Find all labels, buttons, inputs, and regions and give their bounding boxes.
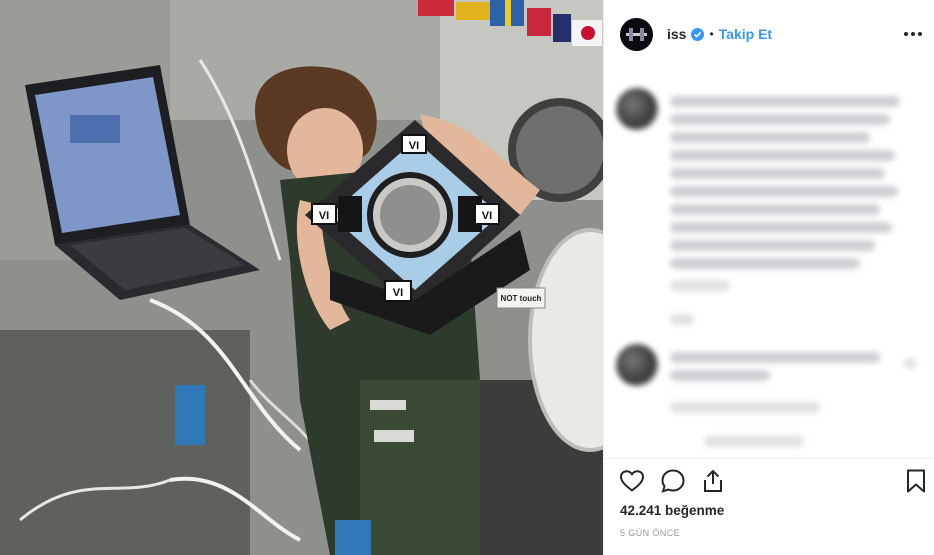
post-actions: 42.241 beğenme 5 GÜN ÖNCE bbox=[604, 458, 934, 555]
blurred-caption-line bbox=[670, 204, 880, 215]
marker-label-left: VI bbox=[319, 210, 329, 222]
marker-label-right: VI bbox=[482, 210, 492, 222]
post-photo[interactable]: VI VI VI VI NOT touch bbox=[0, 0, 603, 555]
sticker-label: NOT touch bbox=[501, 294, 542, 303]
follow-button[interactable]: Takip Et bbox=[719, 26, 772, 42]
username[interactable]: iss bbox=[667, 26, 686, 42]
blurred-avatar bbox=[616, 344, 658, 386]
marker-label-bottom: VI bbox=[393, 287, 403, 299]
likes-count[interactable]: 42.241 beğenme bbox=[620, 503, 724, 518]
marker-label-top: VI bbox=[409, 140, 419, 152]
blurred-meta-line bbox=[704, 436, 804, 447]
blurred-like-icon bbox=[904, 358, 916, 369]
blurred-comment-line bbox=[670, 352, 880, 363]
blurred-avatar bbox=[616, 88, 658, 130]
blurred-meta-line bbox=[670, 314, 694, 325]
blurred-caption-line bbox=[670, 150, 895, 161]
blurred-caption-line bbox=[670, 96, 900, 107]
post-sidebar: iss • Takip Et 42.241 beğenme 5 GÜN ÖNCE bbox=[603, 0, 934, 555]
comment-icon[interactable] bbox=[659, 467, 687, 495]
avatar[interactable] bbox=[620, 17, 653, 51]
blurred-caption-line bbox=[670, 114, 890, 125]
heart-icon[interactable] bbox=[618, 467, 646, 495]
bookmark-icon[interactable] bbox=[902, 467, 930, 495]
post-header: iss • Takip Et bbox=[604, 0, 934, 68]
blurred-caption-line bbox=[670, 132, 870, 143]
blurred-caption-line bbox=[670, 186, 898, 197]
post-timestamp[interactable]: 5 GÜN ÖNCE bbox=[620, 528, 680, 538]
separator-dot: • bbox=[709, 27, 714, 41]
share-icon[interactable] bbox=[699, 467, 727, 495]
blurred-comment-line bbox=[670, 370, 770, 381]
blurred-caption-line bbox=[670, 222, 892, 233]
more-options-icon[interactable] bbox=[901, 24, 925, 44]
blurred-caption-line bbox=[670, 240, 875, 251]
astronaut-photo-illustration: VI VI VI VI NOT touch bbox=[0, 0, 603, 555]
blurred-caption-line bbox=[670, 258, 860, 269]
blurred-meta-line bbox=[670, 402, 820, 413]
blurred-caption-line bbox=[670, 168, 885, 179]
blurred-caption-line bbox=[670, 280, 730, 291]
verified-badge-icon bbox=[691, 27, 705, 41]
comments-area bbox=[604, 68, 934, 458]
iss-logo-icon bbox=[620, 17, 653, 51]
